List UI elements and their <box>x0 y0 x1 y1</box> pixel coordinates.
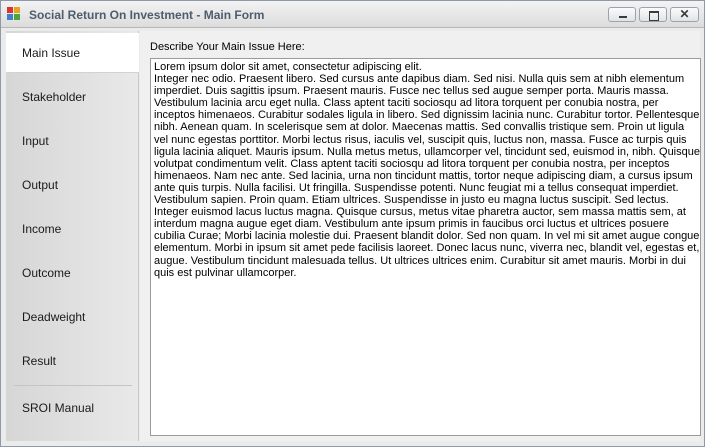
sidebar-item-input[interactable]: Input <box>6 121 139 161</box>
sidebar-item-result[interactable]: Result <box>6 341 139 381</box>
sidebar-divider <box>14 385 132 386</box>
maximize-button[interactable] <box>639 7 667 22</box>
main-issue-textarea[interactable]: Lorem ipsum dolor sit amet, consectetur … <box>150 58 701 436</box>
minimize-button[interactable] <box>608 7 636 22</box>
window-title: Social Return On Investment - Main Form <box>29 8 265 22</box>
app-icon <box>7 7 21 21</box>
sidebar-item-outcome[interactable]: Outcome <box>6 253 139 293</box>
sidebar: Main Issue Stakeholder Input Output Inco… <box>6 31 139 441</box>
minimize-icon <box>609 8 635 21</box>
sidebar-item-income[interactable]: Income <box>6 209 139 249</box>
sidebar-item-deadweight[interactable]: Deadweight <box>6 297 139 337</box>
sidebar-item-output[interactable]: Output <box>6 165 139 205</box>
title-bar[interactable]: Social Return On Investment - Main Form … <box>1 1 704 28</box>
main-issue-panel: Describe Your Main Issue Here: Lorem ips… <box>140 31 701 441</box>
sidebar-item-stakeholder[interactable]: Stakeholder <box>6 77 139 117</box>
maximize-icon <box>640 8 666 21</box>
issue-label: Describe Your Main Issue Here: <box>150 41 305 53</box>
close-button[interactable]: ✕ <box>670 7 699 22</box>
main-form-window: Social Return On Investment - Main Form … <box>0 0 705 447</box>
sidebar-item-main-issue[interactable]: Main Issue <box>6 33 139 73</box>
sidebar-item-sroi-manual[interactable]: SROI Manual <box>6 388 139 428</box>
close-icon: ✕ <box>679 7 690 21</box>
